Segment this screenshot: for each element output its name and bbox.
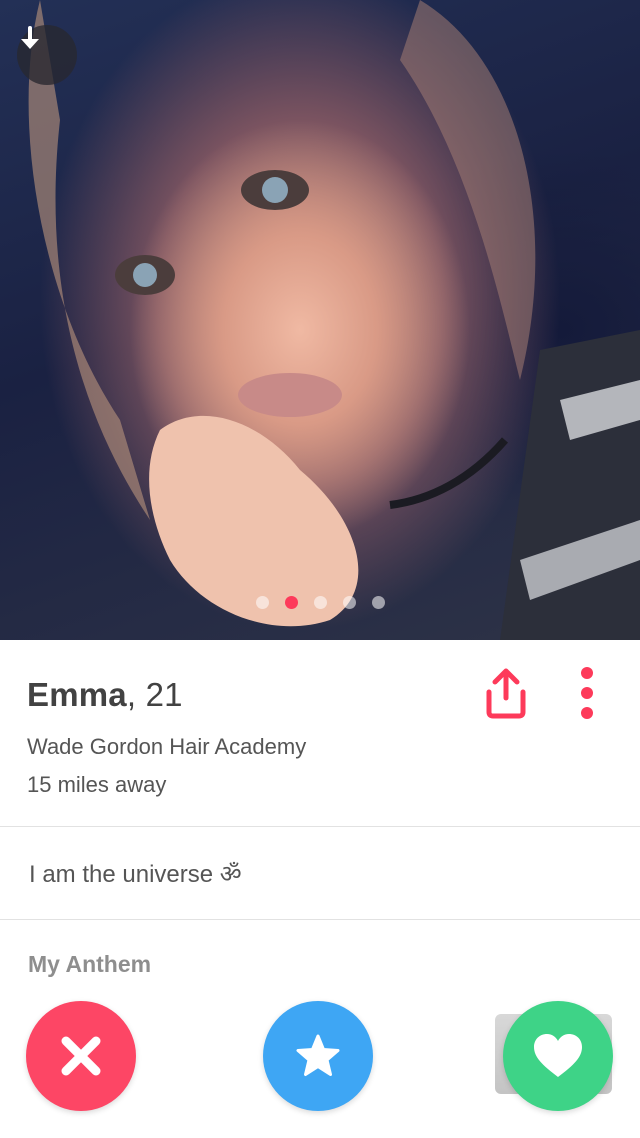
divider: [0, 826, 640, 827]
photo-pager[interactable]: [0, 596, 640, 609]
photo-dot[interactable]: [255, 596, 269, 609]
more-options-button[interactable]: [572, 666, 602, 722]
divider: [0, 919, 640, 920]
share-button[interactable]: [479, 666, 533, 720]
heart-icon: [534, 1034, 582, 1077]
profile-age: , 21: [126, 676, 183, 713]
profile-info: Emma, 21 Wade Gordon Hair Academy 15 mil…: [0, 640, 640, 826]
profile-school: Wade Gordon Hair Academy: [27, 734, 307, 759]
star-icon: [296, 1034, 340, 1076]
photo-dot[interactable]: [371, 596, 385, 609]
profile-bio: I am the universe ॐ: [29, 861, 242, 888]
nope-button[interactable]: [26, 1001, 136, 1111]
profile-name: Emma: [27, 676, 127, 713]
profile-photo[interactable]: [0, 0, 640, 640]
profile-photo-illustration: [28, 0, 640, 640]
more-vertical-icon: [581, 667, 593, 719]
super-like-button[interactable]: [263, 1001, 373, 1111]
like-button[interactable]: [503, 1001, 613, 1111]
profile-distance: 15 miles away: [27, 772, 167, 797]
download-arrow-icon: [21, 26, 39, 49]
photo-dot[interactable]: [313, 596, 327, 609]
anthem-label: My Anthem: [28, 951, 152, 977]
close-x-icon: [61, 1036, 101, 1076]
photo-dot[interactable]: [342, 596, 356, 609]
name-age: Emma, 21: [27, 676, 183, 714]
share-icon: [486, 668, 526, 719]
photo-dot-active[interactable]: [284, 596, 298, 609]
download-button[interactable]: [17, 25, 77, 85]
